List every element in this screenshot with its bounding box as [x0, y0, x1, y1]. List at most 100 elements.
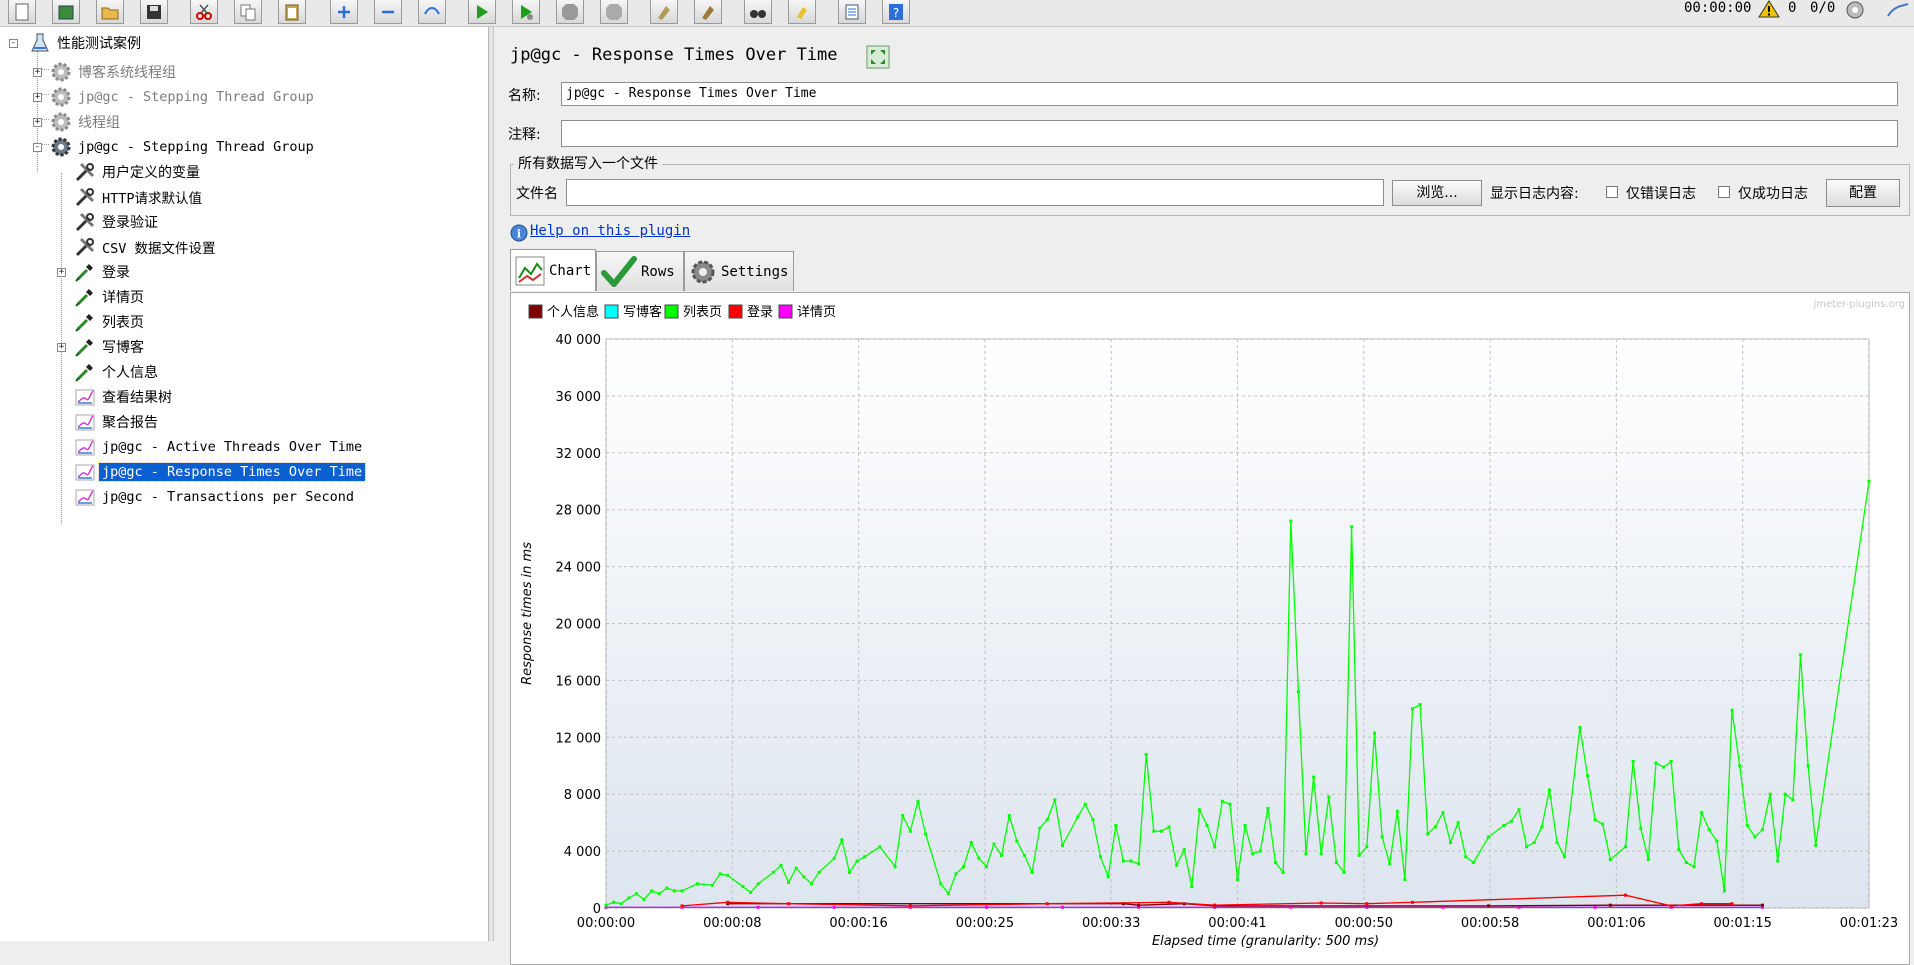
toggle-icon[interactable] — [418, 0, 446, 24]
tree-item-label: 查看结果树 — [102, 390, 172, 406]
templates-icon[interactable] — [52, 0, 80, 24]
data-point — [878, 845, 882, 849]
search-icon[interactable] — [744, 0, 772, 24]
data-point — [787, 902, 791, 906]
data-point — [726, 900, 730, 904]
data-point — [1449, 841, 1453, 845]
tree-item[interactable]: jp@gc - Active Threads Over Time — [73, 436, 365, 458]
data-point — [1022, 853, 1026, 857]
data-point — [1213, 903, 1217, 907]
data-point — [1502, 823, 1506, 827]
data-point — [787, 880, 791, 884]
tree-root-test-plan[interactable]: 性能测试案例 — [28, 32, 144, 54]
tree-item[interactable]: 用户定义的变量 — [73, 161, 203, 183]
errors-only-checkbox[interactable] — [1606, 186, 1618, 198]
data-point — [1175, 863, 1179, 867]
tree-item[interactable]: 列表页 — [73, 311, 147, 333]
tree-item[interactable]: jp@gc - Stepping Thread Group — [49, 86, 317, 108]
tree-item-label: 用户定义的变量 — [102, 165, 200, 181]
data-point — [627, 896, 631, 900]
tree-item[interactable]: 写博客 — [73, 336, 147, 358]
tree-collapse-toggle[interactable]: - — [33, 143, 42, 152]
data-point — [1395, 809, 1399, 813]
start-no-pause-icon[interactable] — [512, 0, 540, 24]
tab-chart[interactable]: Chart — [510, 249, 596, 291]
reset-search-icon[interactable] — [788, 0, 816, 24]
tree-item[interactable]: 详情页 — [73, 286, 147, 308]
data-point — [1099, 855, 1103, 859]
data-point — [1106, 875, 1110, 879]
function-helper-icon[interactable] — [838, 0, 866, 24]
tree-item[interactable]: 聚合报告 — [73, 411, 161, 433]
comment-label: 注释: — [508, 127, 541, 143]
x-axis-label: Elapsed time (granularity: 500 ms) — [1152, 934, 1379, 949]
tree-item[interactable]: 登录验证 — [73, 211, 161, 233]
tree-root-collapse-toggle[interactable]: - — [9, 39, 18, 48]
cut-icon[interactable] — [190, 0, 218, 24]
data-point — [969, 841, 973, 845]
data-point — [847, 870, 851, 874]
copy-icon[interactable] — [234, 0, 262, 24]
tree-item-label: jp@gc - Stepping Thread Group — [78, 89, 314, 105]
data-point — [1426, 832, 1430, 836]
open-icon[interactable] — [96, 0, 124, 24]
expand-icon[interactable] — [330, 0, 358, 24]
tree-item-label: 写博客 — [102, 340, 144, 356]
tree-item[interactable]: CSV 数据文件设置 — [73, 236, 219, 258]
tree-item[interactable]: 登录 — [73, 261, 133, 283]
maximize-icon[interactable] — [866, 45, 890, 69]
configure-button[interactable]: 配置 — [1826, 179, 1900, 207]
data-point — [1456, 821, 1460, 825]
tree-item[interactable]: jp@gc - Response Times Over Time — [73, 461, 367, 483]
browse-button[interactable]: 浏览... — [1392, 180, 1482, 206]
warning-icon[interactable] — [1758, 0, 1780, 18]
tree-expand-toggle[interactable]: + — [57, 343, 66, 352]
data-point — [1076, 815, 1080, 819]
tree-item[interactable]: jp@gc - Stepping Thread Group — [49, 136, 317, 158]
data-point — [1730, 708, 1734, 712]
data-point — [1152, 829, 1156, 833]
x-tick-label: 00:00:16 — [829, 916, 887, 931]
data-point — [1007, 814, 1011, 818]
help-icon[interactable]: ? — [882, 0, 910, 24]
data-point — [634, 892, 638, 896]
tree-item[interactable]: HTTP请求默认值 — [73, 186, 205, 208]
data-point — [1061, 905, 1065, 909]
save-icon[interactable] — [140, 0, 168, 24]
tree-expand-toggle[interactable]: + — [33, 118, 42, 127]
data-point — [680, 904, 684, 908]
tree-item[interactable]: 博客系统线程组 — [49, 61, 179, 83]
shutdown-icon[interactable] — [600, 0, 628, 24]
collapse-icon[interactable] — [374, 0, 402, 24]
paste-icon[interactable] — [278, 0, 306, 24]
legend-swatch — [528, 304, 543, 319]
tree-item[interactable]: 个人信息 — [73, 361, 161, 383]
clear-icon[interactable] — [650, 0, 678, 24]
help-plugin-link[interactable]: Help on this plugin — [530, 223, 690, 239]
data-point — [1669, 759, 1673, 763]
tree-item[interactable]: jp@gc - Transactions per Second — [73, 486, 357, 508]
log-content-label: 显示日志内容: — [1490, 186, 1579, 202]
tree-expand-toggle[interactable]: + — [33, 93, 42, 102]
data-point — [1791, 798, 1795, 802]
stop-icon[interactable] — [556, 0, 584, 24]
config-element-icon — [73, 161, 97, 183]
new-icon[interactable] — [8, 0, 36, 24]
tab-settings[interactable]: Settings — [684, 251, 794, 291]
thread-group-icon — [49, 86, 73, 108]
start-icon[interactable] — [468, 0, 496, 24]
x-tick-label: 00:00:58 — [1461, 916, 1519, 931]
data-point — [1471, 860, 1475, 864]
name-field[interactable]: jp@gc - Response Times Over Time — [561, 82, 1898, 106]
tree-expand-toggle[interactable]: + — [57, 268, 66, 277]
comment-field[interactable] — [561, 120, 1898, 147]
filename-field[interactable] — [566, 179, 1384, 206]
success-only-checkbox[interactable] — [1718, 186, 1730, 198]
data-point — [1281, 870, 1285, 874]
tab-rows[interactable]: Rows — [596, 251, 684, 291]
remote-icon[interactable] — [1886, 0, 1910, 20]
tree-item[interactable]: 线程组 — [49, 111, 123, 133]
tree-expand-toggle[interactable]: + — [33, 68, 42, 77]
clear-all-icon[interactable] — [694, 0, 722, 24]
tree-item[interactable]: 查看结果树 — [73, 386, 175, 408]
